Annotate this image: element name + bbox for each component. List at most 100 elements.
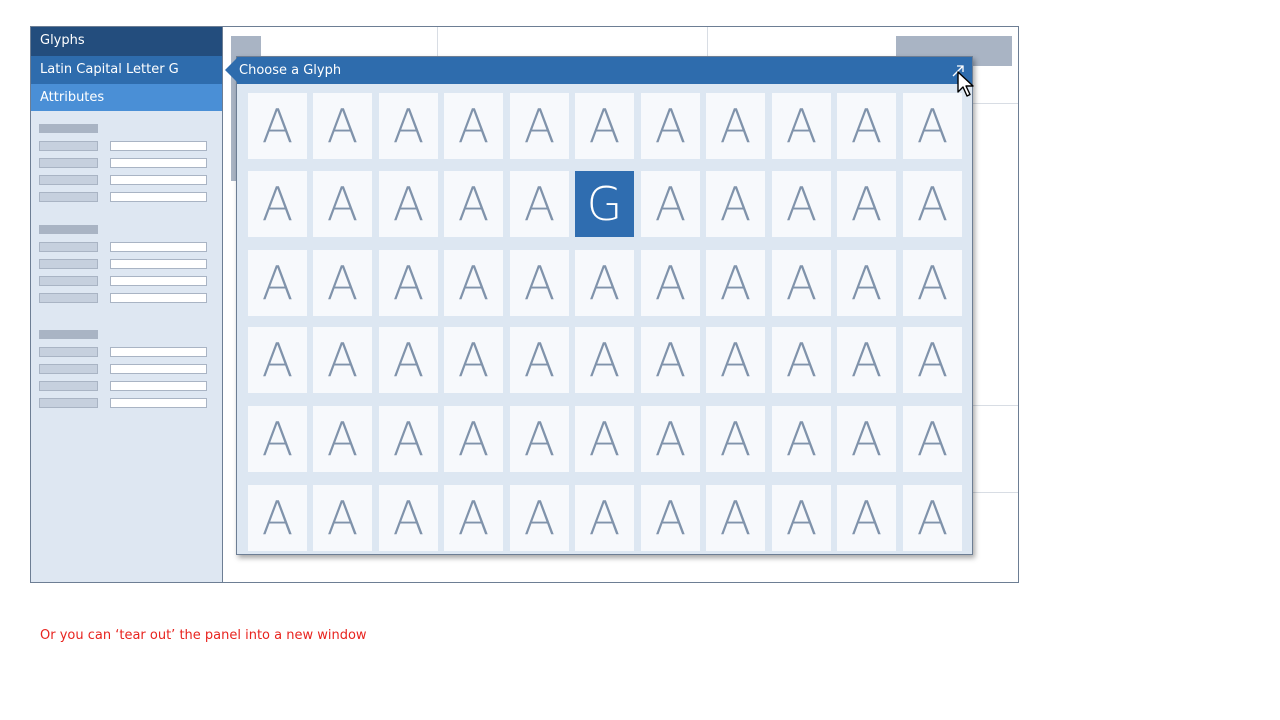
glyph-cell[interactable]: A xyxy=(903,327,962,393)
attribute-row xyxy=(39,276,209,286)
glyph-cell-selected[interactable]: G xyxy=(575,171,634,237)
glyph-cell[interactable]: A xyxy=(641,250,700,316)
glyph-cell[interactable]: A xyxy=(706,250,765,316)
attribute-field[interactable] xyxy=(110,158,207,168)
glyph-cell[interactable]: A xyxy=(313,327,372,393)
sidebar-header-attributes[interactable]: Attributes xyxy=(31,83,222,111)
glyph-cell[interactable]: A xyxy=(379,406,438,472)
glyph-cell[interactable]: A xyxy=(772,171,831,237)
attribute-field[interactable] xyxy=(110,381,207,391)
glyph-cell[interactable]: A xyxy=(379,485,438,551)
glyph-cell[interactable]: A xyxy=(444,406,503,472)
glyph-cell[interactable]: A xyxy=(444,485,503,551)
glyph-cell[interactable]: A xyxy=(903,250,962,316)
glyph-cell[interactable]: A xyxy=(903,171,962,237)
glyph-cell[interactable]: A xyxy=(379,93,438,159)
glyph-cell[interactable]: A xyxy=(248,327,307,393)
glyph-cell[interactable]: A xyxy=(772,327,831,393)
attribute-field[interactable] xyxy=(110,242,207,252)
glyph-cell[interactable]: A xyxy=(510,406,569,472)
glyph-chooser-panel: Choose a Glyph AAAAAAAAAAAAAAAAGAAAAAAAA… xyxy=(225,56,973,555)
attribute-group-title xyxy=(39,330,98,339)
glyph-cell[interactable]: A xyxy=(379,327,438,393)
glyph-cell[interactable]: A xyxy=(706,406,765,472)
glyph-cell[interactable]: A xyxy=(837,93,896,159)
glyph-cell[interactable]: A xyxy=(444,93,503,159)
glyph-cell[interactable]: A xyxy=(837,327,896,393)
glyph-cell[interactable]: A xyxy=(444,250,503,316)
glyph-cell[interactable]: A xyxy=(313,406,372,472)
glyph-cell[interactable]: A xyxy=(248,485,307,551)
glyph-cell[interactable]: A xyxy=(903,485,962,551)
attribute-field[interactable] xyxy=(110,347,207,357)
glyph-cell[interactable]: A xyxy=(772,250,831,316)
glyph-cell[interactable]: A xyxy=(641,485,700,551)
sidebar-header-glyphs[interactable]: Glyphs xyxy=(31,27,222,55)
sidebar-selected-glyph[interactable]: Latin Capital Letter G xyxy=(31,55,222,83)
attribute-row xyxy=(39,364,209,374)
callout-arrow xyxy=(225,58,237,82)
attribute-group-title xyxy=(39,124,98,133)
glyph-cell[interactable]: A xyxy=(248,93,307,159)
attribute-row xyxy=(39,293,209,303)
glyph-cell[interactable]: A xyxy=(379,171,438,237)
glyph-cell[interactable]: A xyxy=(248,406,307,472)
glyph-cell[interactable]: A xyxy=(510,327,569,393)
attribute-field[interactable] xyxy=(110,141,207,151)
glyph-cell[interactable]: A xyxy=(510,171,569,237)
glyph-cell[interactable]: A xyxy=(379,250,438,316)
glyph-cell[interactable]: A xyxy=(510,250,569,316)
glyph-cell[interactable]: A xyxy=(837,406,896,472)
attribute-label xyxy=(39,242,98,252)
glyph-cell[interactable]: A xyxy=(313,250,372,316)
attribute-label xyxy=(39,293,98,303)
glyph-cell[interactable]: A xyxy=(837,485,896,551)
glyph-cell[interactable]: A xyxy=(772,93,831,159)
glyph-cell[interactable]: A xyxy=(837,250,896,316)
grid-line xyxy=(707,27,708,57)
glyph-cell[interactable]: A xyxy=(772,485,831,551)
attribute-row xyxy=(39,158,209,168)
glyph-cell[interactable]: A xyxy=(575,327,634,393)
attribute-field[interactable] xyxy=(110,259,207,269)
glyph-cell[interactable]: A xyxy=(641,327,700,393)
glyph-cell[interactable]: A xyxy=(313,93,372,159)
attribute-field[interactable] xyxy=(110,175,207,185)
attribute-field[interactable] xyxy=(110,276,207,286)
glyph-cell[interactable]: A xyxy=(575,485,634,551)
glyph-cell[interactable]: A xyxy=(706,327,765,393)
glyph-cell[interactable]: A xyxy=(706,171,765,237)
glyph-cell[interactable]: A xyxy=(772,406,831,472)
glyph-cell[interactable]: A xyxy=(510,93,569,159)
glyph-cell[interactable]: A xyxy=(444,171,503,237)
glyph-chooser-header: Choose a Glyph xyxy=(237,57,972,84)
attribute-row xyxy=(39,242,209,252)
glyph-cell[interactable]: A xyxy=(706,93,765,159)
glyph-cell[interactable]: A xyxy=(510,485,569,551)
glyph-cell[interactable]: A xyxy=(575,250,634,316)
attribute-field[interactable] xyxy=(110,398,207,408)
attribute-label xyxy=(39,364,98,374)
glyph-cell[interactable]: A xyxy=(837,171,896,237)
glyph-cell[interactable]: A xyxy=(248,250,307,316)
glyph-cell[interactable]: A xyxy=(313,485,372,551)
attribute-group-2 xyxy=(39,225,209,310)
glyph-cell[interactable]: A xyxy=(903,93,962,159)
glyph-cell[interactable]: A xyxy=(444,327,503,393)
attribute-row xyxy=(39,381,209,391)
glyph-cell[interactable]: A xyxy=(706,485,765,551)
glyph-cell[interactable]: A xyxy=(903,406,962,472)
attribute-field[interactable] xyxy=(110,293,207,303)
attribute-label xyxy=(39,158,98,168)
glyph-cell[interactable]: A xyxy=(575,406,634,472)
glyph-cell[interactable]: A xyxy=(248,171,307,237)
glyph-cell[interactable]: A xyxy=(575,93,634,159)
glyph-cell[interactable]: A xyxy=(641,406,700,472)
glyph-cell[interactable]: A xyxy=(641,93,700,159)
attribute-field[interactable] xyxy=(110,364,207,374)
glyph-cell[interactable]: A xyxy=(641,171,700,237)
glyph-cell[interactable]: A xyxy=(313,171,372,237)
annotation-note: Or you can ‘tear out’ the panel into a n… xyxy=(40,628,367,643)
glyph-chooser-title: Choose a Glyph xyxy=(239,63,342,78)
attribute-field[interactable] xyxy=(110,192,207,202)
